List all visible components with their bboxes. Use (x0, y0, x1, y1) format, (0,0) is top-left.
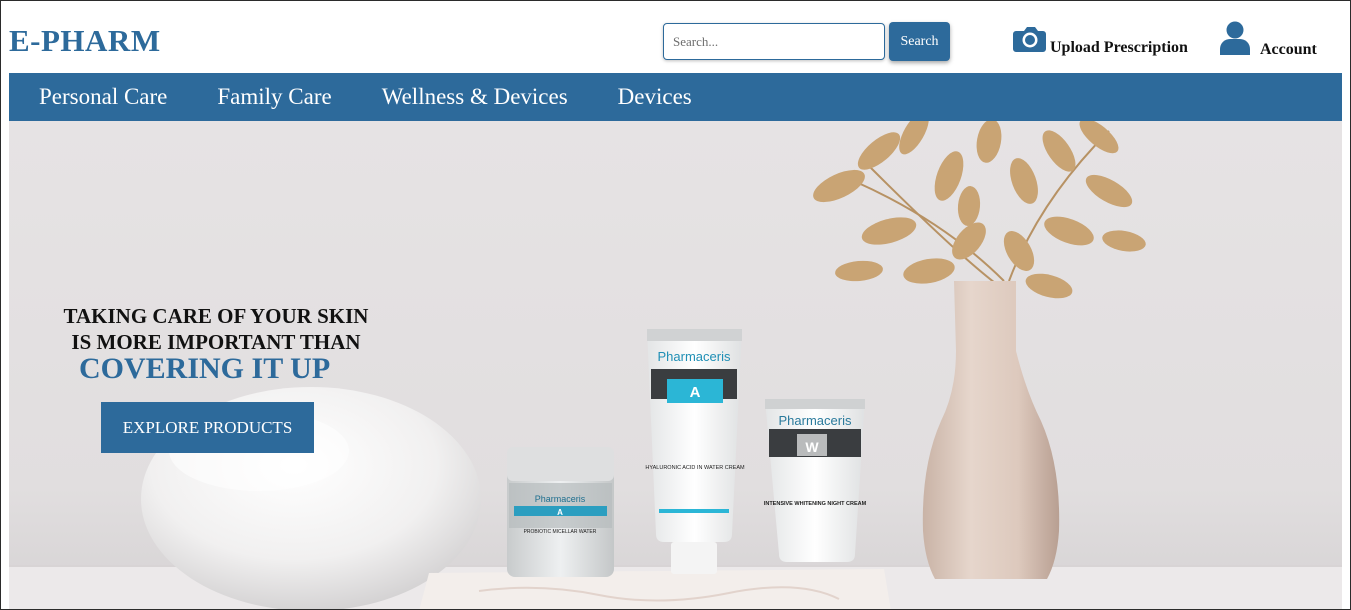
hero-headline-line1: TAKING CARE OF YOUR SKIN (63, 304, 369, 328)
nav-item-devices[interactable]: Devices (618, 84, 692, 110)
account-label: Account (1260, 41, 1317, 58)
hero-banner: Pharmaceris A PROBIOTIC MICELLAR WATER P… (9, 121, 1342, 609)
tube-w-brand: Pharmaceris (779, 413, 852, 428)
account-link[interactable]: Account (1219, 21, 1317, 59)
tube-w-letter: W (805, 439, 819, 455)
tube-a-letter: A (690, 384, 701, 401)
jar-letter: A (557, 508, 563, 517)
tube-a-brand: Pharmaceris (658, 349, 731, 364)
tube-w-text: INTENSIVE WHITENING NIGHT CREAM (764, 501, 867, 507)
user-icon (1220, 21, 1250, 55)
nav-item-wellness-devices[interactable]: Wellness & Devices (382, 84, 568, 110)
search-input[interactable] (663, 23, 885, 60)
hero-headline: TAKING CARE OF YOUR SKIN IS MORE IMPORTA… (51, 303, 381, 355)
search-button[interactable]: Search (889, 22, 950, 61)
site-logo[interactable]: E-PHARM (9, 23, 161, 59)
tube-a-text: HYALURONIC ACID IN WATER CREAM (645, 465, 745, 471)
jar-text: PROBIOTIC MICELLAR WATER (524, 529, 597, 535)
camera-icon (1013, 27, 1046, 52)
nav-item-family-care[interactable]: Family Care (217, 84, 331, 110)
nav-item-personal-care[interactable]: Personal Care (39, 84, 167, 110)
category-nav: Personal Care Family Care Wellness & Dev… (9, 73, 1342, 121)
upload-prescription-link[interactable]: Upload Prescription (1013, 23, 1188, 59)
explore-products-button[interactable]: EXPLORE PRODUCTS (101, 402, 314, 453)
browser-viewport: E-PHARM Search Upload Prescription Accou… (0, 0, 1351, 610)
hero-highlight: COVERING IT UP (79, 352, 331, 385)
jar-brand: Pharmaceris (535, 494, 586, 504)
upload-prescription-label: Upload Prescription (1050, 39, 1188, 56)
